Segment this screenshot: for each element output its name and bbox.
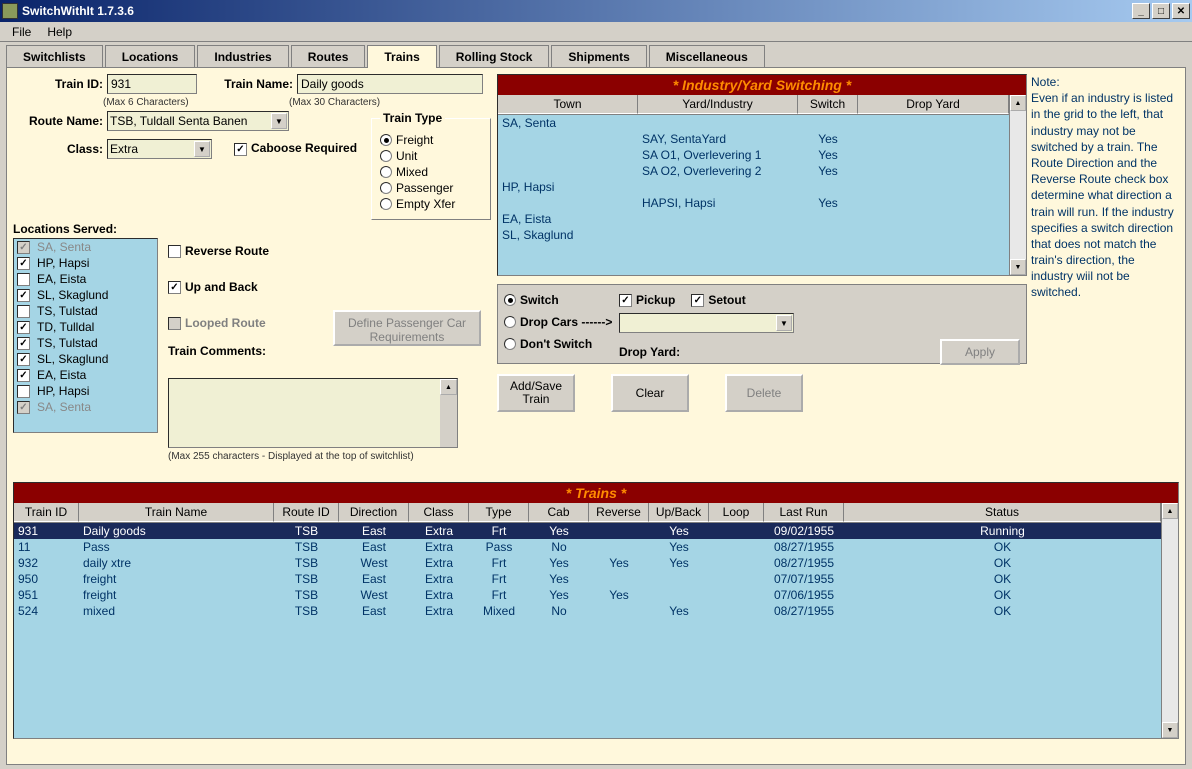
radio-switch[interactable]: Switch: [504, 293, 619, 307]
train-row[interactable]: 11PassTSBEastExtraPassNoYes08/27/1955OK: [14, 539, 1161, 555]
tab-miscellaneous[interactable]: Miscellaneous: [649, 45, 765, 68]
industry-row[interactable]: SA O2, Overlevering 2Yes: [498, 163, 1009, 179]
train-row[interactable]: 524mixedTSBEastExtraMixedNoYes08/27/1955…: [14, 603, 1161, 619]
train-id-hint: (Max 6 Characters): [103, 97, 203, 108]
radio-empty-xfer[interactable]: Empty Xfer: [380, 197, 482, 211]
location-item[interactable]: ✓SA, Senta: [14, 239, 157, 255]
close-button[interactable]: ✕: [1172, 3, 1190, 19]
tab-trains[interactable]: Trains: [367, 45, 436, 68]
industry-row[interactable]: EA, Eista: [498, 211, 1009, 227]
location-item[interactable]: ✓HP, Hapsi: [14, 255, 157, 271]
radio-passenger[interactable]: Passenger: [380, 181, 482, 195]
location-item[interactable]: ✓SA, Senta: [14, 399, 157, 415]
location-item[interactable]: HP, Hapsi: [14, 383, 157, 399]
location-item[interactable]: TS, Tulstad: [14, 303, 157, 319]
location-item[interactable]: ✓SL, Skaglund: [14, 287, 157, 303]
tab-switchlists[interactable]: Switchlists: [6, 45, 103, 68]
reverse-route-checkbox[interactable]: Reverse Route: [168, 244, 323, 258]
menu-bar: File Help: [0, 22, 1192, 42]
location-item[interactable]: ✓SL, Skaglund: [14, 351, 157, 367]
trains-grid: * Trains * Train ID Train Name Route ID …: [13, 482, 1179, 739]
industry-row[interactable]: SAY, SentaYardYes: [498, 131, 1009, 147]
pickup-checkbox[interactable]: ✓Pickup: [619, 293, 675, 307]
looped-route-checkbox[interactable]: Looped Route: [168, 316, 323, 330]
train-row[interactable]: 951freightTSBWestExtraFrtYesYes07/06/195…: [14, 587, 1161, 603]
industry-row[interactable]: HP, Hapsi: [498, 179, 1009, 195]
train-comments-hint: (Max 255 characters - Displayed at the t…: [168, 451, 491, 462]
locations-listbox[interactable]: ✓SA, Senta✓HP, HapsiEA, Eista✓SL, Skaglu…: [13, 238, 158, 433]
route-name-label: Route Name:: [13, 114, 103, 128]
industry-row[interactable]: HAPSI, HapsiYes: [498, 195, 1009, 211]
delete-button[interactable]: Delete: [725, 374, 803, 412]
trains-grid-title: * Trains *: [14, 483, 1178, 503]
train-name-input[interactable]: Daily goods: [297, 74, 483, 94]
radio-unit[interactable]: Unit: [380, 149, 482, 163]
location-item[interactable]: EA, Eista: [14, 271, 157, 287]
radio-drop-cars[interactable]: Drop Cars ------>: [504, 315, 619, 329]
up-and-back-checkbox[interactable]: ✓Up and Back: [168, 280, 323, 294]
locations-served-label: Locations Served:: [13, 222, 487, 236]
define-passenger-button[interactable]: Define Passenger CarRequirements: [333, 310, 481, 346]
switch-panel: Switch Drop Cars ------> Don't Switch ✓P…: [497, 284, 1027, 364]
route-name-select[interactable]: TSB, Tuldall Senta Banen ▼: [107, 111, 289, 131]
train-name-label: Train Name:: [203, 77, 293, 91]
tab-industries[interactable]: Industries: [197, 45, 288, 68]
industry-grid-body[interactable]: SA, SentaSAY, SentaYardYesSA O1, Overlev…: [498, 115, 1009, 275]
tab-locations[interactable]: Locations: [105, 45, 196, 68]
menu-file[interactable]: File: [4, 23, 39, 41]
tab-shipments[interactable]: Shipments: [551, 45, 646, 68]
maximize-button[interactable]: □: [1152, 3, 1170, 19]
train-id-input[interactable]: 931: [107, 74, 197, 94]
industry-grid-scrollbar[interactable]: ▲▼: [1009, 95, 1026, 275]
location-item[interactable]: ✓TD, Tulldal: [14, 319, 157, 335]
train-comments-textarea[interactable]: ▲: [168, 378, 458, 448]
title-bar: SwitchWithIt 1.7.3.6 _ □ ✕: [0, 0, 1192, 22]
industry-grid-title: * Industry/Yard Switching *: [498, 75, 1026, 95]
menu-help[interactable]: Help: [39, 23, 80, 41]
industry-row[interactable]: SL, Skaglund: [498, 227, 1009, 243]
window-title: SwitchWithIt 1.7.3.6: [22, 4, 1132, 18]
dropdown-arrow-icon: ▼: [194, 141, 210, 157]
industry-row[interactable]: SA O1, Overlevering 1Yes: [498, 147, 1009, 163]
train-type-group: Train Type Freight Unit Mixed Passenger …: [371, 111, 491, 220]
location-item[interactable]: ✓TS, Tulstad: [14, 335, 157, 351]
setout-checkbox[interactable]: ✓Setout: [691, 293, 745, 307]
industry-row[interactable]: SA, Senta: [498, 115, 1009, 131]
train-row[interactable]: 950freightTSBEastExtraFrtYes07/07/1955OK: [14, 571, 1161, 587]
caboose-checkbox[interactable]: ✓ Caboose Required: [234, 142, 357, 155]
app-icon: [2, 3, 18, 19]
location-item[interactable]: ✓EA, Eista: [14, 367, 157, 383]
drop-cars-select[interactable]: ▼: [619, 313, 794, 333]
trains-grid-body[interactable]: 931Daily goodsTSBEastExtraFrtYesYes09/02…: [14, 523, 1161, 738]
tab-routes[interactable]: Routes: [291, 45, 366, 68]
tab-strip: Switchlists Locations Industries Routes …: [6, 44, 1186, 67]
content-panel: Train ID: 931 Train Name: Daily goods (M…: [6, 67, 1186, 765]
minimize-button[interactable]: _: [1132, 3, 1150, 19]
clear-button[interactable]: Clear: [611, 374, 689, 412]
train-comments-label: Train Comments:: [168, 344, 319, 358]
radio-mixed[interactable]: Mixed: [380, 165, 482, 179]
radio-freight[interactable]: Freight: [380, 133, 482, 147]
note-box: Note: Even if an industry is listed in t…: [1031, 74, 1179, 462]
radio-dont-switch[interactable]: Don't Switch: [504, 337, 619, 351]
add-save-train-button[interactable]: Add/SaveTrain: [497, 374, 575, 412]
train-row[interactable]: 932daily xtreTSBWestExtraFrtYesYesYes08/…: [14, 555, 1161, 571]
class-label: Class:: [13, 142, 103, 156]
trains-grid-scrollbar[interactable]: ▲▼: [1161, 503, 1178, 738]
tab-rolling-stock[interactable]: Rolling Stock: [439, 45, 550, 68]
train-id-label: Train ID:: [13, 77, 103, 91]
drop-yard-label: Drop Yard:: [619, 345, 680, 359]
train-name-hint: (Max 30 Characters): [289, 97, 380, 108]
class-select[interactable]: Extra ▼: [107, 139, 212, 159]
apply-button[interactable]: Apply: [940, 339, 1020, 365]
train-row[interactable]: 931Daily goodsTSBEastExtraFrtYesYes09/02…: [14, 523, 1161, 539]
industry-grid: * Industry/Yard Switching * Town Yard/In…: [497, 74, 1027, 276]
dropdown-arrow-icon: ▼: [271, 113, 287, 129]
